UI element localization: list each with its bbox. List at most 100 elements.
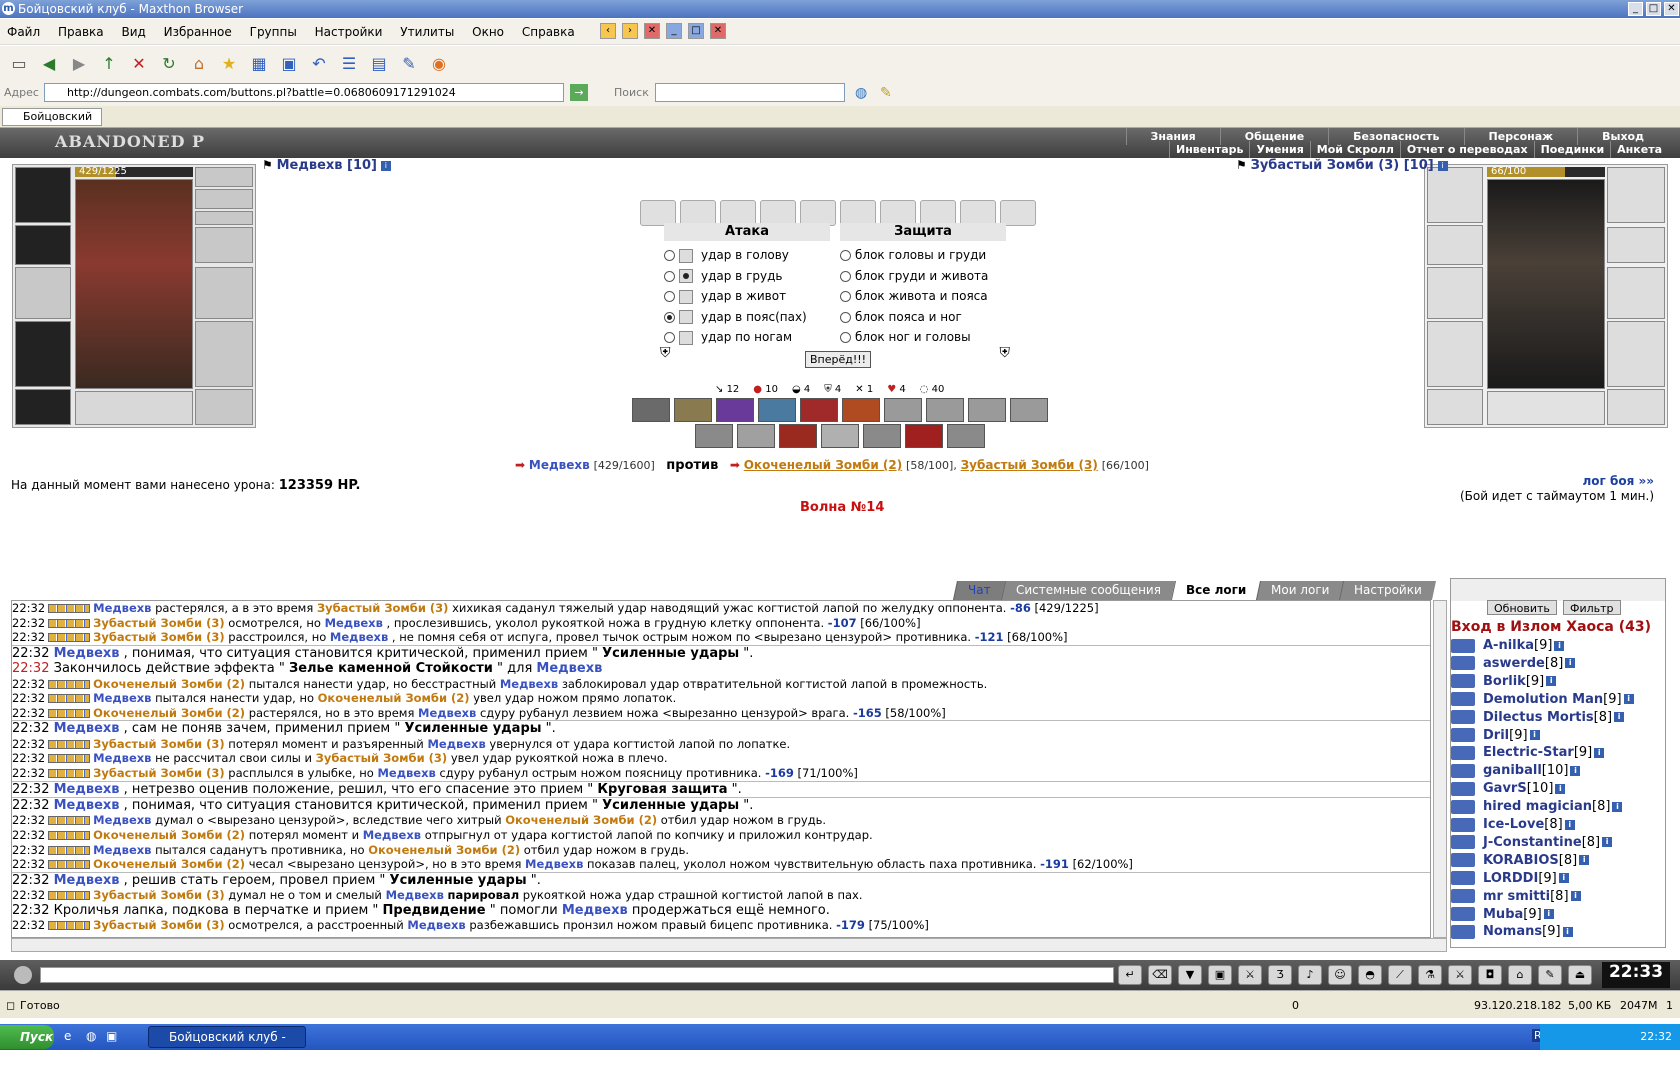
log-fighter-name[interactable]: Медвехв [536, 661, 602, 676]
tab-next-icon[interactable]: › [622, 23, 638, 39]
user-info-icon[interactable]: i [1555, 783, 1566, 794]
online-user[interactable]: Dril[9] i [1451, 727, 1540, 745]
address-input[interactable] [44, 83, 564, 102]
user-info-icon[interactable]: i [1614, 712, 1625, 723]
online-user-name[interactable]: KORABIOS [1483, 853, 1559, 868]
chat-vertical-scrollbar[interactable] [1433, 600, 1447, 938]
battle-log-link[interactable]: лог боя »» [1583, 474, 1655, 488]
online-user[interactable]: Ice-Love[8] i [1451, 816, 1575, 834]
log-fighter-name[interactable]: Медвехв [525, 857, 583, 871]
online-user-name[interactable]: GavrS [1483, 781, 1527, 796]
user-info-icon[interactable]: i [1612, 801, 1623, 812]
skill-icon[interactable] [779, 424, 817, 448]
home-icon[interactable]: ⌂ [186, 50, 212, 76]
online-user-name[interactable]: Borlik [1483, 674, 1526, 689]
favorites-star-icon[interactable]: ★ [216, 50, 242, 76]
private-message-icon[interactable] [1451, 656, 1475, 671]
skill-icon[interactable] [716, 398, 754, 422]
log-fighter-name[interactable]: Зубастый Зомби (3) [93, 766, 224, 780]
private-message-icon[interactable] [1451, 817, 1475, 832]
defense-radio[interactable] [840, 332, 851, 343]
exit-icon[interactable]: ⏏ [1568, 965, 1592, 985]
nav-inventory[interactable]: Инвентарь [1169, 141, 1249, 158]
send-icon[interactable]: ↵ [1118, 965, 1142, 985]
skill-icon[interactable] [842, 398, 880, 422]
quicklaunch-ie-icon[interactable]: e [64, 1029, 71, 1043]
nav-duels[interactable]: Поединки [1533, 141, 1611, 158]
clear-icon[interactable]: ⌫ [1148, 965, 1172, 985]
log-fighter-name[interactable]: Медвехв [93, 601, 151, 615]
priority-toggle[interactable] [679, 248, 693, 263]
user-info-icon[interactable]: i [1554, 640, 1565, 651]
feather-icon[interactable]: ✎ [1538, 965, 1562, 985]
boots-slot[interactable] [195, 389, 253, 425]
log-fighter-name[interactable]: Окоченелый Зомби (2) [93, 706, 245, 720]
attack-radio[interactable] [664, 332, 675, 343]
skill-icon[interactable] [821, 424, 859, 448]
nav-profile[interactable]: Анкета [1610, 141, 1668, 158]
helmet-slot[interactable] [15, 167, 71, 223]
log-fighter-name[interactable]: Медвехв [325, 616, 383, 630]
start-button[interactable]: Пуск [0, 1025, 54, 1049]
online-user-name[interactable]: A-nilka [1483, 638, 1534, 653]
nav-my-scroll[interactable]: Мой Скролл [1309, 141, 1400, 158]
online-user[interactable]: KORABIOS[8] i [1451, 852, 1590, 870]
skill-icon[interactable] [863, 424, 901, 448]
log-fighter-name[interactable]: Зубастый Зомби (3) [93, 918, 224, 932]
undo-icon[interactable]: ↶ [306, 50, 332, 76]
log-fighter-name[interactable]: Зубастый Зомби (3) [93, 630, 224, 644]
sound-icon[interactable]: ♪ [1298, 965, 1322, 985]
menu-view[interactable]: Вид [114, 19, 152, 45]
online-user[interactable]: aswerde[8] i [1451, 655, 1576, 673]
maximize-button[interactable]: □ [1646, 2, 1661, 16]
hat-icon[interactable]: ⌂ [1508, 965, 1532, 985]
skill-icon[interactable] [758, 398, 796, 422]
log-fighter-name[interactable]: Медвехв [377, 766, 435, 780]
log-fighter-name[interactable]: Медвехв [54, 798, 120, 813]
user-info-icon[interactable]: i [1565, 658, 1576, 669]
menu-favorites[interactable]: Избранное [157, 19, 239, 45]
menu-help[interactable]: Справка [515, 19, 582, 45]
ring-slots[interactable] [195, 211, 253, 225]
log-fighter-name[interactable]: Медвехв [386, 888, 444, 902]
close-window-button[interactable]: ✕ [1664, 2, 1679, 16]
online-user[interactable]: LORDDI[9] i [1451, 870, 1569, 888]
groups-icon[interactable]: ▦ [246, 50, 272, 76]
user-info-icon[interactable]: i [1564, 819, 1575, 830]
online-user[interactable]: Muba[9] i [1451, 906, 1554, 924]
attack-option[interactable]: удар в пояс(пах) [664, 309, 807, 325]
player-info-icon[interactable]: i [380, 160, 391, 171]
tab-prev-icon[interactable]: ‹ [600, 23, 616, 39]
private-message-icon[interactable] [1451, 728, 1475, 742]
shield-slot[interactable] [195, 267, 253, 319]
armor-slot[interactable] [15, 321, 71, 387]
log-fighter-name[interactable]: Медвехв [500, 677, 558, 691]
vs-enemy2[interactable]: Зубастый Зомби (3) [961, 458, 1098, 472]
tab-chat-settings[interactable]: Настройки [1339, 581, 1437, 600]
log-fighter-name[interactable]: Медвехв [562, 903, 628, 918]
log-fighter-name[interactable]: Медвехв [93, 813, 151, 827]
legs-slot[interactable] [195, 321, 253, 387]
log-fighter-name[interactable]: Медвехв [93, 691, 151, 705]
tab-all-logs[interactable]: Все логи [1170, 581, 1260, 600]
log-fighter-name[interactable]: Медвехв [407, 918, 465, 932]
new-page-icon[interactable]: ▭ [6, 50, 32, 76]
online-user[interactable]: Demolution Man[9] i [1451, 691, 1634, 709]
tab-chat[interactable]: Чат [952, 581, 1005, 600]
private-message-icon[interactable] [1451, 924, 1475, 939]
vs-enemy1[interactable]: Окоченелый Зомби (2) [744, 458, 902, 472]
defense-option[interactable]: блок ног и головы [840, 329, 971, 345]
vs-player[interactable]: Медвехв [529, 458, 590, 472]
private-message-icon[interactable] [1451, 799, 1475, 814]
log-fighter-name[interactable]: Окоченелый Зомби (2) [93, 677, 245, 691]
priority-toggle[interactable] [679, 269, 693, 283]
menu-file[interactable]: Файл [0, 19, 47, 45]
online-user-name[interactable]: LORDDI [1483, 871, 1538, 886]
sidebar-icon[interactable]: ▤ [366, 50, 392, 76]
private-message-icon[interactable] [1451, 674, 1475, 689]
log-fighter-name[interactable]: Медвехв [54, 873, 120, 888]
private-message-icon[interactable] [1451, 710, 1475, 725]
skill-icon[interactable] [737, 424, 775, 448]
nav-skills[interactable]: Умения [1249, 141, 1309, 158]
minimize-button[interactable]: _ [1628, 2, 1643, 16]
